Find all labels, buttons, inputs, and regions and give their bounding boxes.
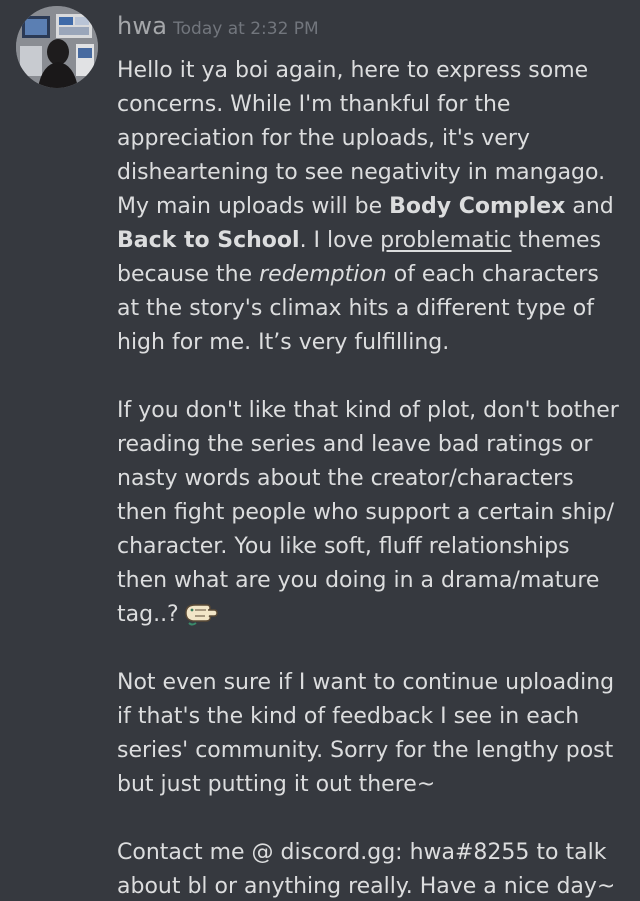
author-name[interactable]: hwa <box>117 12 167 40</box>
paragraph-3: Not even sure if I want to continue uplo… <box>117 670 615 797</box>
underlined-word: problematic <box>380 228 512 253</box>
bold-title-back-to-school: Back to School <box>117 228 300 253</box>
paragraph-1: Hello it ya boi again, here to express s… <box>117 54 622 360</box>
p1-text-3: . I love <box>299 228 381 253</box>
bold-title-body-complex: Body Complex <box>389 194 566 219</box>
avatar-image <box>16 6 98 88</box>
p1-text-2: and <box>565 194 614 219</box>
message-content: Hello it ya boi again, here to express s… <box>117 54 622 901</box>
paragraph-2: If you don't like that kind of plot, don… <box>117 394 622 632</box>
chat-message: hwa Today at 2:32 PM Hello it ya boi agai… <box>0 0 640 901</box>
paragraph-4: Contact me @ discord.gg: hwa#8255 to tal… <box>117 840 616 899</box>
message-header: hwa Today at 2:32 PM <box>117 12 319 40</box>
p2-text: If you don't like that kind of plot, don… <box>117 398 619 627</box>
message-timestamp: Today at 2:32 PM <box>173 19 319 39</box>
pointing-hand-emoji-icon[interactable] <box>183 599 219 627</box>
italic-word: redemption <box>259 262 387 287</box>
user-avatar[interactable] <box>16 6 98 88</box>
